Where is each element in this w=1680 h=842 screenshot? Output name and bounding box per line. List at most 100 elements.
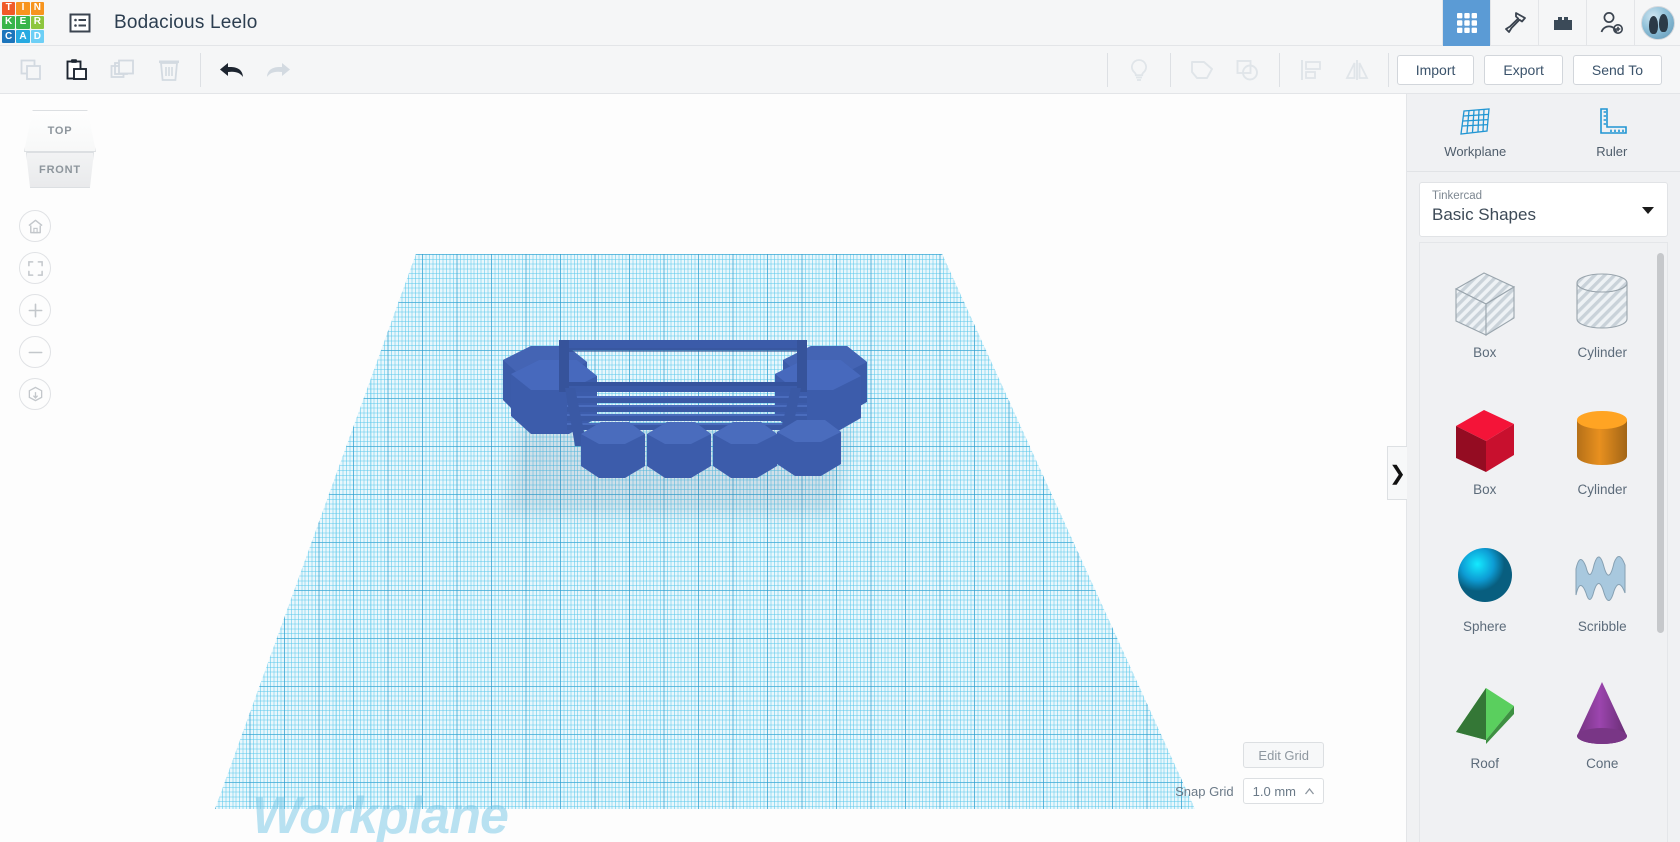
grid-view-icon[interactable]: [1442, 0, 1490, 46]
home-view-button[interactable]: [19, 210, 51, 242]
shape-roof-thumbnail: [1448, 674, 1522, 754]
workplane-tool[interactable]: Workplane: [1407, 94, 1544, 171]
model-shadow: [505, 424, 851, 514]
workplane-grid-icon: [1460, 107, 1490, 135]
add-person-icon[interactable]: [1586, 0, 1634, 46]
delete-icon[interactable]: [146, 47, 192, 93]
duplicate-icon[interactable]: [100, 47, 146, 93]
panel-collapse-button[interactable]: ❯: [1387, 446, 1407, 500]
shape-scribble-label: Scribble: [1577, 619, 1627, 634]
chevron-down-icon: [1642, 206, 1654, 214]
hammer-icon[interactable]: [1490, 0, 1538, 46]
ungroup-icon[interactable]: [1225, 47, 1271, 93]
3d-canvas[interactable]: Workplane TOP FRONT Edit Grid Snap Grid …: [0, 94, 1406, 842]
shape-sphere[interactable]: Sphere: [1426, 529, 1544, 660]
group-icon[interactable]: [1179, 47, 1225, 93]
lightbulb-icon[interactable]: [1116, 47, 1162, 93]
tinkercad-logo[interactable]: TINKERCAD: [0, 0, 46, 46]
import-button[interactable]: Import: [1396, 54, 1475, 85]
view-cube[interactable]: TOP FRONT: [24, 110, 96, 188]
top-bar: TINKERCAD Bodacious Leelo: [0, 0, 1680, 46]
shape-roof[interactable]: Roof: [1426, 666, 1544, 797]
shape-roof-label: Roof: [1470, 756, 1500, 771]
toolbar-right-group: Import Export Send To: [1099, 47, 1680, 93]
shapes-list[interactable]: Box Cylinder Box Cylinder Sphere Scribbl…: [1419, 242, 1668, 842]
sendto-button[interactable]: Send To: [1572, 54, 1662, 85]
workplane-label: Workplane: [252, 787, 509, 842]
view-cube-front[interactable]: FRONT: [26, 152, 94, 188]
edit-grid-button[interactable]: Edit Grid: [1243, 742, 1324, 768]
shapes-panel: ❯ Workplane Ruler Tinkercad Basic Shapes…: [1387, 94, 1680, 842]
view-cube-front-label: FRONT: [39, 164, 81, 176]
workplane-tool-label: Workplane: [1444, 143, 1507, 159]
shape-box-hole-label: Box: [1473, 345, 1497, 360]
chevron-up-icon: [1305, 787, 1314, 794]
export-button[interactable]: Export: [1484, 54, 1563, 85]
snap-grid-label: Snap Grid: [1175, 783, 1234, 799]
shape-cylinder-orange-label: Cylinder: [1577, 482, 1628, 497]
user-avatar[interactable]: [1634, 0, 1680, 46]
toolbar-divider-2: [1106, 52, 1108, 87]
paste-icon[interactable]: [54, 47, 100, 93]
document-list-icon[interactable]: [66, 9, 94, 37]
shape-sphere-label: Sphere: [1462, 619, 1507, 634]
logo-tile-k: K: [2, 15, 16, 30]
shape-box-hole-thumbnail: [1448, 263, 1522, 343]
tinkercad-editor: TINKERCAD Bodacious Leelo Import Export …: [0, 0, 1680, 842]
view-cube-top[interactable]: TOP: [24, 110, 96, 152]
logo-tile-e: E: [16, 15, 30, 30]
shape-cone-thumbnail: [1565, 674, 1639, 754]
shape-box-hole[interactable]: Box: [1426, 255, 1544, 386]
view-cube-top-label: TOP: [47, 125, 73, 137]
shape-cylinder-orange[interactable]: Cylinder: [1544, 392, 1662, 523]
workplane-grid: [215, 254, 1195, 809]
shape-cylinder-hole[interactable]: Cylinder: [1544, 255, 1662, 386]
logo-tile-t: T: [2, 1, 16, 15]
shape-scribble[interactable]: Scribble: [1544, 529, 1662, 660]
toolbar-divider-4: [1278, 52, 1280, 87]
logo-tile-i: I: [16, 1, 30, 15]
logo-tile-d: D: [30, 30, 44, 44]
fit-view-button[interactable]: [19, 252, 51, 284]
logo-tile-a: A: [16, 30, 30, 44]
library-select[interactable]: Tinkercad Basic Shapes: [1419, 182, 1668, 237]
toolbar-divider-3: [1169, 52, 1171, 87]
shape-cylinder-orange-thumbnail: [1565, 400, 1639, 480]
shape-scribble-thumbnail: [1565, 537, 1639, 617]
snap-grid-value: 1.0 mm: [1252, 783, 1296, 799]
ruler-tool[interactable]: Ruler: [1544, 94, 1680, 171]
mirror-icon[interactable]: [1334, 47, 1380, 93]
align-icon[interactable]: [1288, 47, 1334, 93]
shape-cylinder-hole-label: Cylinder: [1577, 345, 1628, 360]
panel-tools-row: Workplane Ruler: [1407, 94, 1680, 172]
logo-tile-r: R: [30, 15, 44, 30]
zoom-out-button[interactable]: [19, 336, 51, 368]
library-source: Tinkercad: [1432, 190, 1483, 202]
blocks-icon[interactable]: [1538, 0, 1586, 46]
shape-box-red-thumbnail: [1448, 400, 1522, 480]
document-title[interactable]: Bodacious Leelo: [114, 12, 258, 34]
shape-cone[interactable]: Cone: [1544, 666, 1662, 797]
edit-toolbar: Import Export Send To: [0, 46, 1680, 94]
snap-grid-row: Snap Grid 1.0 mm: [1175, 778, 1324, 804]
projection-toggle-button[interactable]: [19, 378, 51, 410]
toolbar-divider: [200, 52, 201, 87]
shape-box-red[interactable]: Box: [1426, 392, 1544, 523]
shape-box-red-label: Box: [1473, 482, 1497, 497]
library-select-wrap: Tinkercad Basic Shapes: [1407, 172, 1680, 237]
avatar-image: [1640, 5, 1675, 40]
ruler-tool-label: Ruler: [1596, 143, 1628, 159]
copy-icon[interactable]: [8, 47, 54, 93]
zoom-in-button[interactable]: [19, 294, 51, 326]
workplane-layer: Workplane: [0, 94, 1406, 842]
shapes-scrollbar[interactable]: [1657, 253, 1664, 633]
model-3d-object[interactable]: [495, 326, 875, 486]
redo-icon[interactable]: [255, 47, 301, 93]
shape-cylinder-hole-thumbnail: [1565, 263, 1639, 343]
snap-grid-select[interactable]: 1.0 mm: [1242, 778, 1324, 804]
toolbar-divider-5: [1387, 52, 1389, 87]
top-bar-right-group: [1442, 0, 1680, 46]
shape-sphere-thumbnail: [1448, 537, 1522, 617]
logo-tile-c: C: [2, 30, 16, 44]
undo-icon[interactable]: [209, 47, 255, 93]
